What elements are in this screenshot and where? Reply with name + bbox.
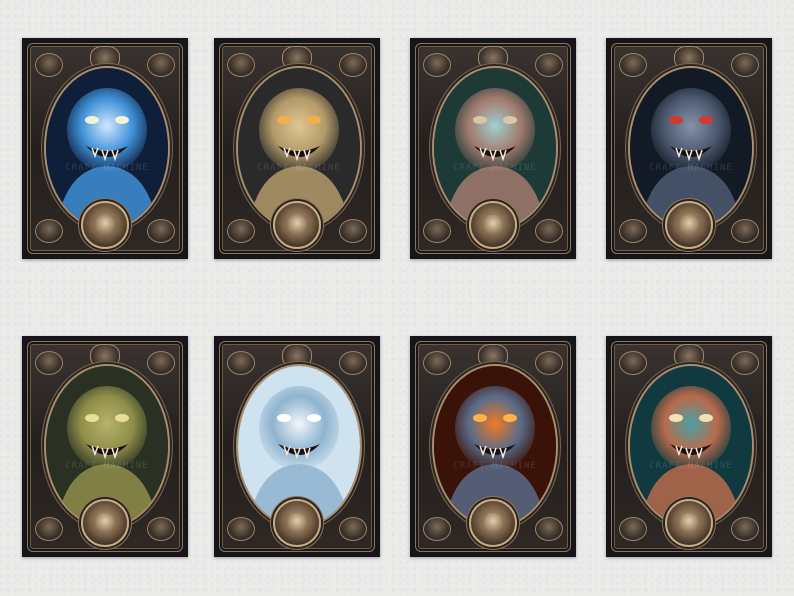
monster-card-frost-wraith[interactable]: CRAFT MACHINE (214, 336, 380, 557)
corner-ornament-icon (731, 351, 759, 375)
corner-ornament-icon (731, 517, 759, 541)
card-frame: CRAFT MACHINE (219, 341, 375, 552)
corner-ornament-icon (423, 517, 451, 541)
corner-ornament-icon (227, 219, 255, 243)
lion-medallion-icon (273, 201, 321, 249)
corner-ornament-icon (147, 53, 175, 77)
corner-ornament-icon (35, 53, 63, 77)
corner-ornament-icon (619, 517, 647, 541)
corner-ornament-icon (619, 351, 647, 375)
card-frame: CRAFT MACHINE (415, 43, 571, 254)
corner-ornament-icon (35, 517, 63, 541)
corner-ornament-icon (35, 351, 63, 375)
corner-ornament-icon (535, 219, 563, 243)
corner-ornament-icon (147, 219, 175, 243)
card-frame: CRAFT MACHINE (27, 43, 183, 254)
monster-card-blue-fanged[interactable]: CRAFT MACHINE (22, 38, 188, 259)
corner-ornament-icon (227, 53, 255, 77)
corner-ornament-icon (535, 517, 563, 541)
corner-ornament-icon (147, 517, 175, 541)
corner-ornament-icon (423, 53, 451, 77)
lion-medallion-icon (665, 201, 713, 249)
corner-ornament-icon (147, 351, 175, 375)
lion-medallion-icon (469, 201, 517, 249)
corner-ornament-icon (619, 53, 647, 77)
lion-medallion-icon (665, 499, 713, 547)
monster-card-dire-rat[interactable]: CRAFT MACHINE (606, 38, 772, 259)
card-frame: CRAFT MACHINE (27, 341, 183, 552)
corner-ornament-icon (35, 219, 63, 243)
card-frame: CRAFT MACHINE (611, 43, 767, 254)
monster-card-cobra-serpent[interactable]: CRAFT MACHINE (606, 336, 772, 557)
monster-card-fire-demon[interactable]: CRAFT MACHINE (410, 336, 576, 557)
card-frame: CRAFT MACHINE (415, 341, 571, 552)
corner-ornament-icon (227, 351, 255, 375)
monster-card-feathered-beast[interactable]: CRAFT MACHINE (410, 38, 576, 259)
monster-card-rock-golem[interactable]: CRAFT MACHINE (214, 38, 380, 259)
corner-ornament-icon (339, 53, 367, 77)
corner-ornament-icon (227, 517, 255, 541)
lion-medallion-icon (81, 201, 129, 249)
corner-ornament-icon (619, 219, 647, 243)
corner-ornament-icon (339, 351, 367, 375)
monster-card-green-ogre[interactable]: CRAFT MACHINE (22, 336, 188, 557)
corner-ornament-icon (731, 53, 759, 77)
corner-ornament-icon (423, 351, 451, 375)
card-frame: CRAFT MACHINE (219, 43, 375, 254)
lion-medallion-icon (273, 499, 321, 547)
corner-ornament-icon (423, 219, 451, 243)
card-frame: CRAFT MACHINE (611, 341, 767, 552)
corner-ornament-icon (339, 517, 367, 541)
corner-ornament-icon (535, 53, 563, 77)
lion-medallion-icon (81, 499, 129, 547)
lion-medallion-icon (469, 499, 517, 547)
corner-ornament-icon (339, 219, 367, 243)
corner-ornament-icon (731, 219, 759, 243)
corner-ornament-icon (535, 351, 563, 375)
